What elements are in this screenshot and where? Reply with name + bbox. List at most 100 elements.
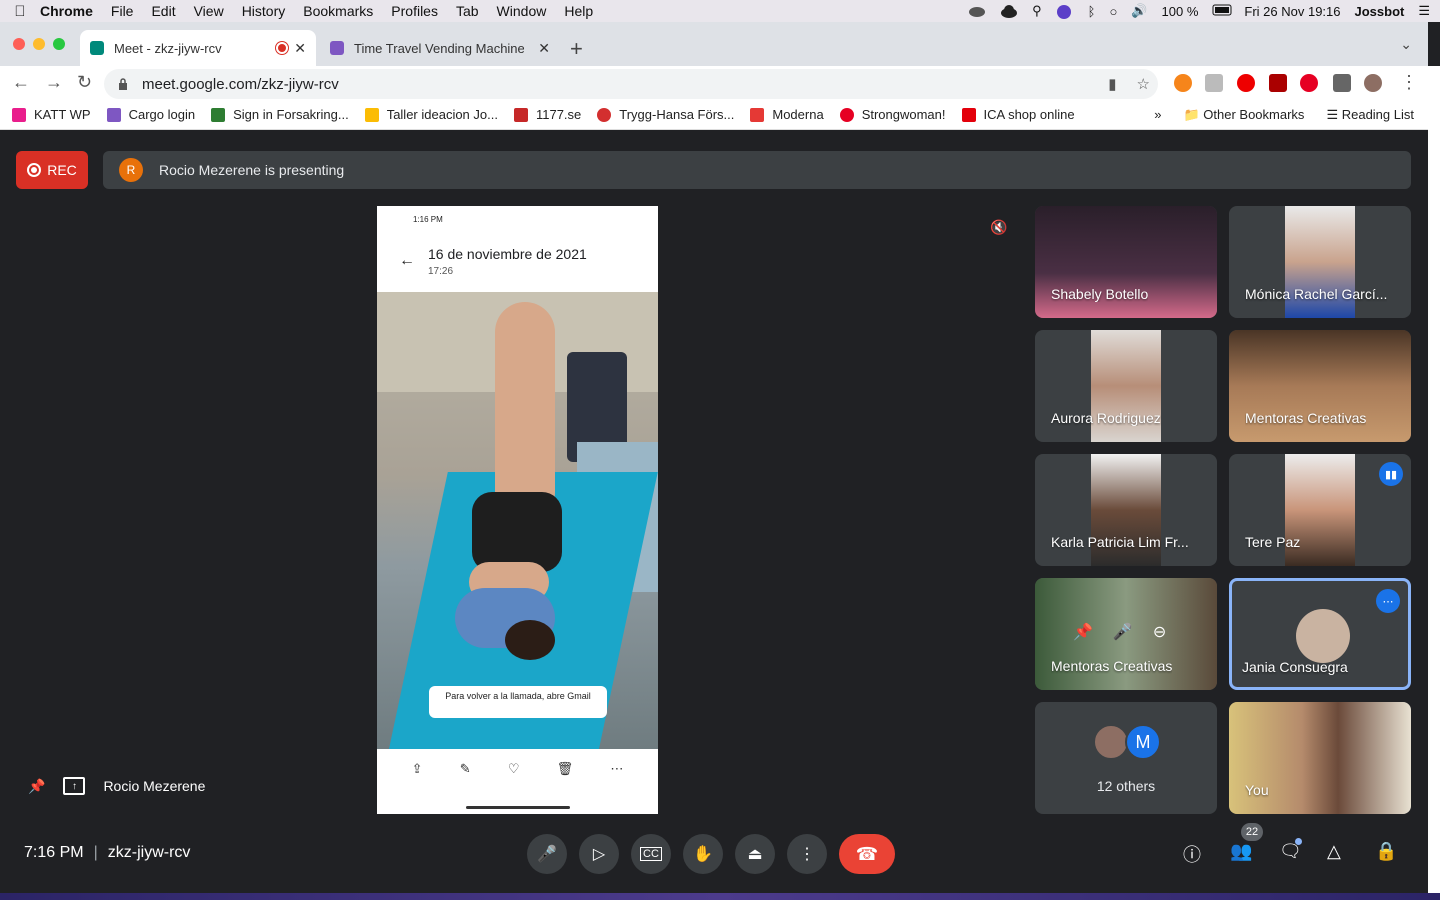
self-tile[interactable]: You	[1229, 702, 1411, 814]
close-tab-icon[interactable]: ✕	[294, 40, 306, 57]
menubar-user[interactable]: Jossbot	[1355, 4, 1405, 19]
spotlight-search-icon[interactable]: ⚲	[1032, 3, 1042, 19]
apple-menu-icon[interactable]: 	[0, 3, 40, 20]
lock-icon	[119, 78, 127, 90]
bookmark-item[interactable]: Strongwoman!	[839, 107, 946, 122]
close-tab-icon[interactable]: ✕	[538, 40, 550, 57]
extension-badge-icon[interactable]	[1269, 74, 1287, 92]
bluetooth-icon[interactable]: ᛒ	[1088, 4, 1096, 19]
menu-tab[interactable]: Tab	[456, 3, 479, 19]
photo-legs	[495, 302, 555, 522]
more-options-icon[interactable]: ⋯	[1376, 589, 1400, 613]
hand-icon: ✋	[693, 846, 713, 863]
menu-window[interactable]: Window	[497, 3, 547, 19]
camera-in-use-icon[interactable]: ▮	[1108, 75, 1116, 93]
siri-icon[interactable]	[1056, 4, 1074, 19]
folder-icon: 📁	[1183, 107, 1204, 122]
remove-participant-icon[interactable]: ⊖	[1153, 622, 1166, 642]
participant-tile[interactable]: Karla Patricia Lim Fr...	[1035, 454, 1217, 566]
pin-icon[interactable]: 📌	[1073, 622, 1093, 642]
battery-icon[interactable]	[1212, 4, 1232, 18]
menu-file[interactable]: File	[111, 3, 134, 19]
menubar-datetime[interactable]: Fri 26 Nov 19:16	[1244, 4, 1340, 19]
participant-tile[interactable]: 📌 🎤 ⊖ Mentoras Creativas	[1035, 578, 1217, 690]
bookmark-favicon-icon	[12, 107, 26, 122]
creative-cloud-icon[interactable]	[968, 4, 986, 18]
metamask-extension-icon[interactable]	[1174, 74, 1192, 92]
control-center-icon[interactable]: ☰	[1418, 3, 1430, 19]
chrome-menu-icon[interactable]: ⋮	[1400, 72, 1418, 93]
bookmark-item[interactable]: Cargo login	[106, 107, 195, 122]
people-icon[interactable]: 👥	[1230, 841, 1252, 862]
menu-app[interactable]: Chrome	[40, 3, 93, 19]
share-icon: ⇪	[411, 761, 423, 776]
bookmark-item[interactable]: Taller ideacion Jo...	[364, 107, 498, 122]
participant-tile[interactable]: Mónica Rachel Garcí...	[1229, 206, 1411, 318]
microphone-button[interactable]: 🎤	[527, 834, 567, 874]
bookmark-item[interactable]: Moderna	[750, 107, 824, 122]
leave-call-button[interactable]: ☎	[839, 834, 895, 874]
presenter-avatar: R	[119, 158, 143, 182]
forward-arrow-icon[interactable]: →	[45, 72, 63, 93]
profile-avatar[interactable]	[1364, 74, 1382, 92]
phone-home-indicator	[466, 806, 570, 809]
reload-icon[interactable]: ↻	[77, 72, 92, 93]
wifi-icon[interactable]: ○	[1109, 4, 1117, 19]
address-bar[interactable]: meet.google.com/zkz-jiyw-rcv ▮ ☆	[104, 69, 1158, 99]
menu-edit[interactable]: Edit	[151, 3, 175, 19]
participant-tile[interactable]: ⋯ Jania Consuegra	[1229, 578, 1411, 690]
tab-time-travel[interactable]: Time Travel Vending Machine - ✕	[320, 30, 560, 66]
raise-hand-button[interactable]: ✋	[683, 834, 723, 874]
meeting-info-icon[interactable]: ⓘ	[1183, 841, 1201, 867]
host-controls-icon[interactable]: 🔒	[1375, 841, 1397, 862]
bookmark-item[interactable]: Trygg-Hansa Förs...	[597, 107, 734, 122]
participant-tile[interactable]: ▮▮ Tere Paz	[1229, 454, 1411, 566]
photo-header: ← 16 de noviembre de 2021 17:26	[377, 236, 658, 292]
reading-list[interactable]: ☰ Reading List	[1326, 107, 1414, 123]
volume-icon[interactable]: 🔊	[1131, 3, 1147, 19]
menu-view[interactable]: View	[194, 3, 224, 19]
extensions-puzzle-icon[interactable]	[1333, 74, 1351, 92]
activities-icon[interactable]: △	[1327, 841, 1341, 862]
tab-search-chevron-icon[interactable]: ⌄	[1400, 36, 1412, 53]
macos-menubar:  Chrome File Edit View History Bookmark…	[0, 0, 1440, 22]
menu-profiles[interactable]: Profiles	[391, 3, 438, 19]
photo-action-bar: ⇪ ✎ ♡ 🗑 ⋯	[377, 749, 658, 789]
bookmark-item[interactable]: KATT WP	[12, 107, 91, 122]
bookmark-item[interactable]: 1177.se	[513, 107, 581, 122]
phone-status-bar: 1:16 PM	[413, 215, 443, 224]
chat-notification-dot	[1295, 838, 1302, 845]
bookmark-favicon-icon	[211, 107, 226, 122]
present-now-button[interactable]: ⏏	[735, 834, 775, 874]
extension-icon[interactable]	[1205, 74, 1223, 92]
zoom-window-button[interactable]	[53, 38, 65, 50]
bookmark-star-icon[interactable]: ☆	[1137, 75, 1150, 93]
adblock-extension-icon[interactable]	[1237, 74, 1255, 92]
participant-tile[interactable]: Aurora Rodriguez	[1035, 330, 1217, 442]
new-tab-icon[interactable]: +	[570, 36, 583, 62]
mute-participant-icon[interactable]: 🎤	[1113, 622, 1133, 642]
bookmark-item[interactable]: Sign in Forsakring...	[211, 107, 349, 122]
cloud-icon[interactable]	[1000, 4, 1018, 18]
camera-icon: ▷	[592, 846, 606, 863]
participant-tile[interactable]: Mentoras Creativas	[1229, 330, 1411, 442]
pinterest-extension-icon[interactable]	[1300, 74, 1318, 92]
back-arrow-icon[interactable]: ←	[12, 72, 30, 93]
pin-icon[interactable]: 📌	[28, 778, 45, 795]
other-bookmarks-folder[interactable]: 📁 Other Bookmarks	[1183, 107, 1304, 123]
more-bookmarks-chevron-icon[interactable]: »	[1154, 107, 1161, 123]
more-options-button[interactable]: ⋮	[787, 834, 827, 874]
close-window-button[interactable]	[13, 38, 25, 50]
minimize-window-button[interactable]	[33, 38, 45, 50]
participant-tile[interactable]: Shabely Botello	[1035, 206, 1217, 318]
captions-button[interactable]: CC	[631, 834, 671, 874]
menu-history[interactable]: History	[242, 3, 286, 19]
menu-bookmarks[interactable]: Bookmarks	[303, 3, 373, 19]
tab-meet[interactable]: Meet - zkz-jiyw-rcv ✕	[80, 30, 316, 66]
menu-help[interactable]: Help	[564, 3, 593, 19]
others-tile[interactable]: M 12 others	[1035, 702, 1217, 814]
camera-button[interactable]: ▷	[579, 834, 619, 874]
recording-badge[interactable]: REC	[16, 151, 88, 189]
bookmark-item[interactable]: ICA shop online	[961, 107, 1075, 122]
battery-percent[interactable]: 100 %	[1162, 4, 1199, 19]
